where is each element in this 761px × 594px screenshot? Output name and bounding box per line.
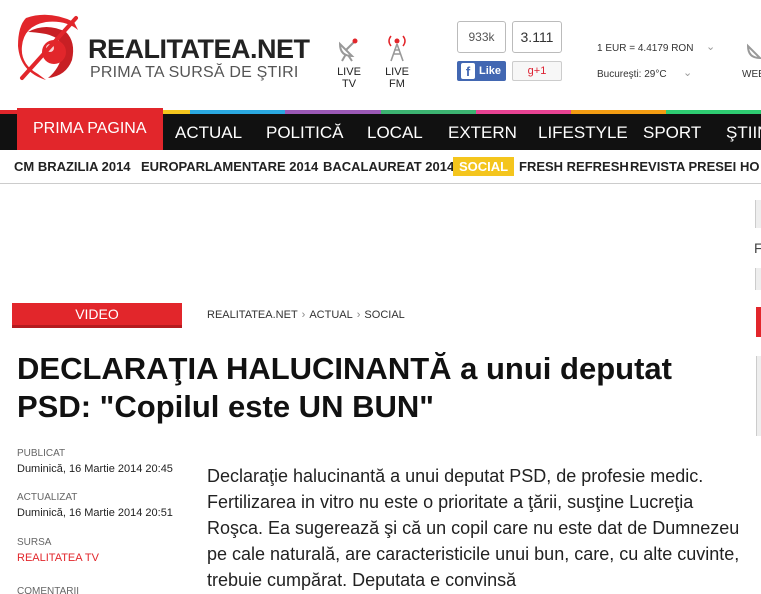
realitatea-logo-icon[interactable]	[16, 12, 82, 84]
brand-name[interactable]: REALITATEA.NET	[88, 34, 310, 65]
sidebar-widget	[756, 356, 761, 436]
sidebar-widget	[755, 268, 761, 290]
live-tv-link[interactable]: LIVE TV	[329, 34, 369, 90]
source-label: SURSA	[17, 537, 52, 548]
live-fm-link[interactable]: LIVE FM	[377, 34, 417, 90]
nav-item-local[interactable]: LOCAL	[367, 114, 423, 150]
sidebar-accent	[756, 307, 761, 337]
subnav-item-ho[interactable]: HO	[740, 159, 760, 174]
nav-item-sport[interactable]: SPORT	[643, 114, 701, 150]
subnav-item-cm-brazilia[interactable]: CM BRAZILIA 2014	[14, 159, 131, 174]
breadcrumb-home[interactable]: REALITATEA.NET	[207, 309, 298, 321]
chevron-down-icon[interactable]: ⌄	[683, 66, 692, 79]
web-dish-icon	[746, 43, 761, 60]
meta-published: PUBLICAT Duminică, 16 Martie 2014 20:45	[17, 448, 173, 475]
nav-item-lifestyle[interactable]: LIFESTYLE	[538, 114, 628, 150]
article-title: DECLARAŢIA HALUCINANTĂ a unui deputat PS…	[17, 351, 672, 424]
breadcrumb-actual[interactable]: ACTUAL	[309, 309, 352, 321]
radio-tower-icon	[388, 35, 406, 62]
nav-item-stiinta[interactable]: ŞTIIN	[726, 114, 761, 150]
subnav-item-social[interactable]: SOCIAL	[453, 157, 515, 176]
live-tv-label: LIVE TV	[337, 66, 361, 90]
facebook-like-button[interactable]: f Like	[457, 61, 506, 81]
sidebar-widget	[755, 200, 761, 228]
sub-nav: CM BRAZILIA 2014 EUROPARLAMENTARE 2014 B…	[0, 152, 761, 184]
subnav-item-bacalaureat[interactable]: BACALAUREAT 2014	[323, 159, 454, 174]
meta-source: SURSA REALITATEA TV	[17, 537, 99, 564]
gplus-count: 3.111	[512, 21, 562, 53]
source-link[interactable]: REALITATEA TV	[17, 552, 99, 564]
facebook-count: 933k	[457, 21, 506, 53]
section-tag-video[interactable]: VIDEO	[12, 303, 182, 325]
breadcrumb: REALITATEA.NET › ACTUAL › SOCIAL	[207, 309, 405, 321]
nav-item-extern[interactable]: EXTERN	[448, 114, 517, 150]
nav-item-actual[interactable]: ACTUAL	[175, 114, 242, 150]
published-label: PUBLICAT	[17, 448, 66, 459]
breadcrumb-separator: ›	[356, 309, 361, 321]
weather-readout: Bucureşti: 29°C	[597, 69, 667, 80]
subnav-item-fresh-refresh[interactable]: FRESH REFRESH	[519, 159, 629, 174]
chevron-down-icon[interactable]: ⌄	[706, 40, 715, 53]
sidebar-letter: F	[754, 240, 761, 256]
live-fm-label: LIVE FM	[385, 66, 409, 90]
satellite-dish-icon	[338, 38, 358, 62]
breadcrumb-separator: ›	[301, 309, 306, 321]
facebook-like-label: Like	[479, 65, 502, 77]
nav-item-prima-pagina[interactable]: PRIMA PAGINA	[17, 108, 163, 150]
brand-tagline: PRIMA TA SURSĂ DE ŞTIRI	[90, 64, 299, 81]
nav-item-politica[interactable]: POLITICĂ	[266, 114, 343, 150]
main-nav: PRIMA PAGINA ACTUAL POLITICĂ LOCAL EXTER…	[0, 108, 761, 150]
updated-label: ACTUALIZAT	[17, 492, 78, 503]
article-lead: Declaraţie halucinantă a unui deputat PS…	[207, 466, 740, 590]
gplus-button[interactable]: g+1	[512, 61, 562, 81]
web-label[interactable]: WEB	[742, 69, 761, 80]
breadcrumb-social[interactable]: SOCIAL	[364, 309, 404, 321]
subnav-item-revista-presei[interactable]: REVISTA PRESEI	[630, 159, 736, 174]
subnav-item-europarlamentare[interactable]: EUROPARLAMENTARE 2014	[141, 159, 318, 174]
exchange-rate: 1 EUR = 4.4179 RON	[597, 43, 694, 54]
updated-value: Duminică, 16 Martie 2014 20:51	[17, 507, 173, 519]
meta-comments: COMENTARII	[17, 586, 79, 594]
facebook-icon: f	[461, 63, 475, 79]
comments-label[interactable]: COMENTARII	[17, 586, 79, 594]
meta-updated: ACTUALIZAT Duminică, 16 Martie 2014 20:5…	[17, 492, 173, 519]
site-header: REALITATEA.NET PRIMA TA SURSĂ DE ŞTIRI L…	[0, 0, 761, 110]
published-value: Duminică, 16 Martie 2014 20:45	[17, 463, 173, 475]
